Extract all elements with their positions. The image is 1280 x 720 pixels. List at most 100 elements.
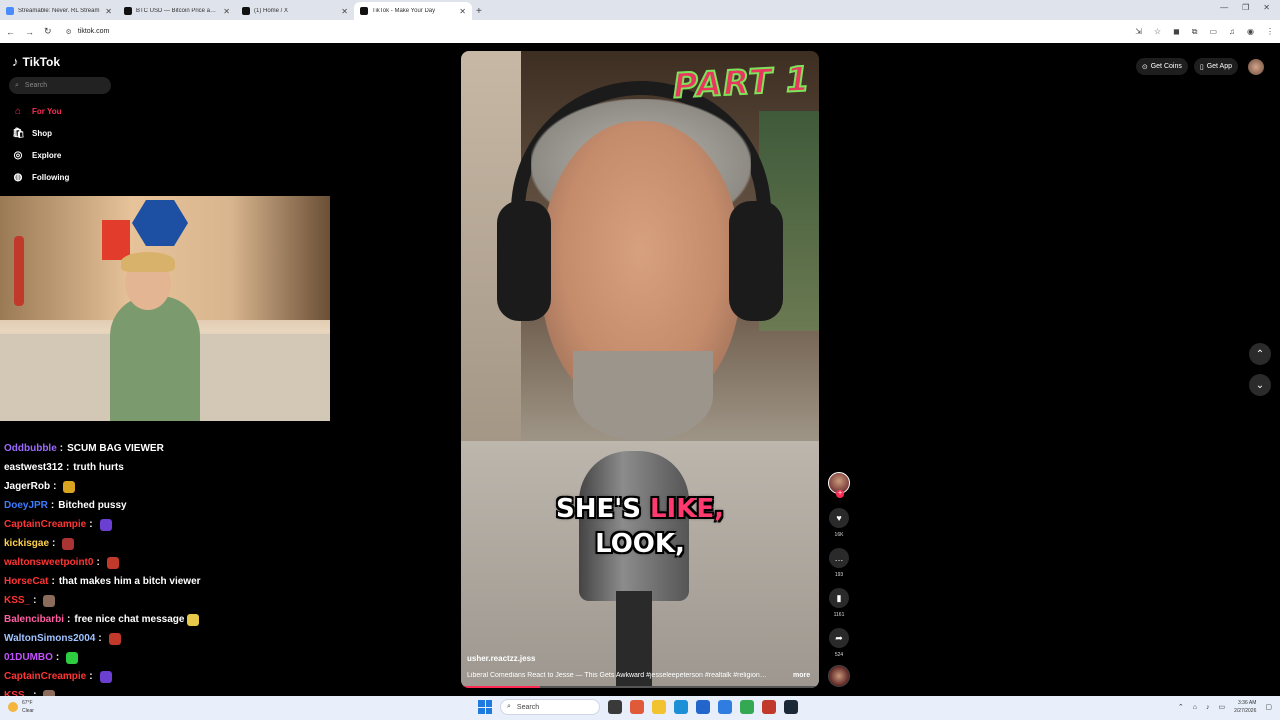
windows-start-icon[interactable] (478, 700, 492, 714)
chat-username: HorseCat (4, 576, 49, 587)
chat-text: free nice chat message (74, 614, 185, 625)
back-icon[interactable]: ← (6, 27, 15, 37)
maximize-icon[interactable]: ❐ (1242, 3, 1249, 12)
like-count: 16K (834, 532, 844, 538)
chat-username: 01DUMBO (4, 652, 53, 663)
url-field[interactable]: ⚙ tiktok.com (66, 24, 1136, 40)
sidebar-item-explore[interactable]: ◎ Explore (12, 150, 62, 161)
bookmark-icon[interactable]: ▮ (829, 588, 849, 608)
chat-separator: : (98, 633, 102, 644)
weather-widget[interactable]: 67°F Clear (8, 699, 34, 715)
chat-separator: : (51, 576, 55, 587)
reload-icon[interactable]: ↻ (44, 26, 52, 37)
store-icon[interactable] (696, 700, 710, 714)
close-tab-icon[interactable]: ✕ (223, 7, 230, 16)
comment-action[interactable]: … 193 (826, 548, 852, 578)
tiktok-logo[interactable]: ♪ TikTok (12, 54, 60, 69)
menu-kebab-icon[interactable]: ⋮ (1266, 27, 1274, 37)
chat-username: JagerRob (4, 481, 51, 492)
chat-emote-icon (63, 480, 76, 493)
chat-separator: : (55, 652, 60, 663)
task-view-icon[interactable] (608, 700, 622, 714)
address-bar: ← → ↻ ⚙ tiktok.com ⇲ ☆ ◼ ⧉ ▭ ♫ ◉ ⋮ (0, 20, 1280, 43)
chat-emote-icon (108, 632, 121, 645)
browser-tab-streamable[interactable]: Streamable: Never. RL Stream ✕ (0, 2, 118, 20)
edge-icon[interactable] (674, 700, 688, 714)
sidebar-icon[interactable]: ▭ (1209, 27, 1217, 37)
heart-icon[interactable]: ♥ (829, 508, 849, 528)
headphone-right (729, 201, 783, 321)
sidebar-item-shop[interactable]: 🛍 Shop (12, 128, 52, 139)
network-icon[interactable]: ⌂ (1193, 704, 1197, 711)
clock[interactable]: 3:36 AM 2/27/2026 (1234, 699, 1256, 715)
music-disc-avatar[interactable] (828, 665, 850, 687)
chat-username: Balencibarbi (4, 614, 65, 625)
sidebar-item-for-you[interactable]: ⌂ For You (12, 106, 62, 117)
comment-icon[interactable]: … (829, 548, 849, 568)
close-tab-icon[interactable]: ✕ (105, 7, 112, 16)
site-info-icon[interactable]: ⚙ (66, 28, 72, 36)
headphone-left (497, 201, 551, 321)
new-tab-button[interactable]: + (476, 2, 482, 20)
tradingview-favicon-icon (124, 7, 132, 15)
bookmark-star-icon[interactable]: ☆ (1154, 27, 1161, 37)
creator-avatar[interactable]: + (828, 472, 850, 498)
chat-message: Balencibarbi: free nice chat message (4, 610, 330, 629)
install-app-icon[interactable]: ⇲ (1135, 27, 1142, 37)
video-progress-bar[interactable] (461, 686, 819, 688)
share-action[interactable]: ➦ 524 (826, 628, 852, 658)
video-author[interactable]: usher.reactzz.jess (467, 654, 535, 663)
tab-title: TikTok - Make Your Day (372, 8, 436, 14)
copilot-icon[interactable] (630, 700, 644, 714)
steam-icon[interactable] (784, 700, 798, 714)
close-tab-icon[interactable]: ✕ (459, 7, 466, 16)
taskbar-apps: ⌕ Search (478, 699, 798, 715)
share-arrow-icon[interactable]: ➦ (829, 628, 849, 648)
get-coins-button[interactable]: ⊙ Get Coins (1135, 58, 1188, 75)
profile-avatar[interactable] (1248, 58, 1264, 75)
next-video-button[interactable]: ⌄ (1249, 374, 1271, 396)
like-action[interactable]: ♥ 16K (826, 508, 852, 538)
taskbar-search-input[interactable]: ⌕ Search (500, 699, 600, 715)
url-text: tiktok.com (77, 28, 110, 35)
chat-emote-icon (99, 518, 112, 531)
search-input[interactable]: ⌕ Search (9, 77, 111, 94)
tray-overflow-icon[interactable]: ⌃ (1178, 703, 1184, 711)
minimize-icon[interactable]: — (1220, 3, 1228, 12)
file-explorer-icon[interactable] (652, 700, 666, 714)
weather-temp: 67°F (22, 700, 33, 706)
chat-separator: : (67, 614, 71, 625)
forward-icon[interactable]: → (25, 27, 34, 37)
chat-separator: : (52, 538, 56, 549)
profile-icon[interactable]: ◉ (1247, 27, 1254, 37)
get-coins-label: Get Coins (1150, 63, 1182, 70)
browser-tab-tiktok[interactable]: TikTok - Make Your Day ✕ (354, 2, 472, 20)
more-button[interactable]: more (793, 672, 810, 679)
tiktok-page: ♪ TikTok ⌕ Search ⌂ For You 🛍 Shop ◎ Exp… (0, 43, 1280, 702)
chat-separator: : (65, 462, 70, 473)
browser-tab-x[interactable]: (1) Home / X ✕ (236, 2, 354, 20)
video-player[interactable]: PART 1 SHE'S LIKE, LOOK, usher.reactzz.j… (461, 51, 819, 688)
obs-icon[interactable] (762, 700, 776, 714)
browser-tab-btc[interactable]: BTC USD — Bitcoin Price and C ✕ (118, 2, 236, 20)
media-control-icon[interactable]: ♫ (1229, 27, 1235, 37)
chrome-icon[interactable] (740, 700, 754, 714)
mail-icon[interactable] (718, 700, 732, 714)
extension-icon[interactable]: ◼ (1173, 27, 1180, 37)
video-action-bar: + ♥ 16K … 193 ▮ 1161 ➦ 524 (826, 472, 852, 658)
sidebar-item-following[interactable]: ◍ Following (12, 172, 70, 183)
close-window-icon[interactable]: ✕ (1263, 3, 1270, 12)
chat-username: Oddbubble (4, 443, 57, 454)
battery-icon[interactable]: ▭ (1219, 703, 1226, 711)
save-action[interactable]: ▮ 1161 (826, 588, 852, 618)
previous-video-button[interactable]: ⌃ (1249, 343, 1271, 365)
windows-taskbar: 67°F Clear ⌕ Search ⌃ ⌂ ♪ ▭ 3:36 AM 2/27… (0, 696, 1280, 720)
follow-plus-icon[interactable]: + (836, 490, 844, 498)
chat-separator: : (96, 557, 100, 568)
extensions-puzzle-icon[interactable]: ⧉ (1192, 27, 1198, 37)
volume-icon[interactable]: ♪ (1206, 704, 1210, 711)
get-app-button[interactable]: ▯ Get App (1193, 58, 1238, 75)
notifications-icon[interactable]: ▢ (1265, 703, 1272, 711)
chat-username: WaltonSimons2004 (4, 633, 96, 644)
close-tab-icon[interactable]: ✕ (341, 7, 348, 16)
